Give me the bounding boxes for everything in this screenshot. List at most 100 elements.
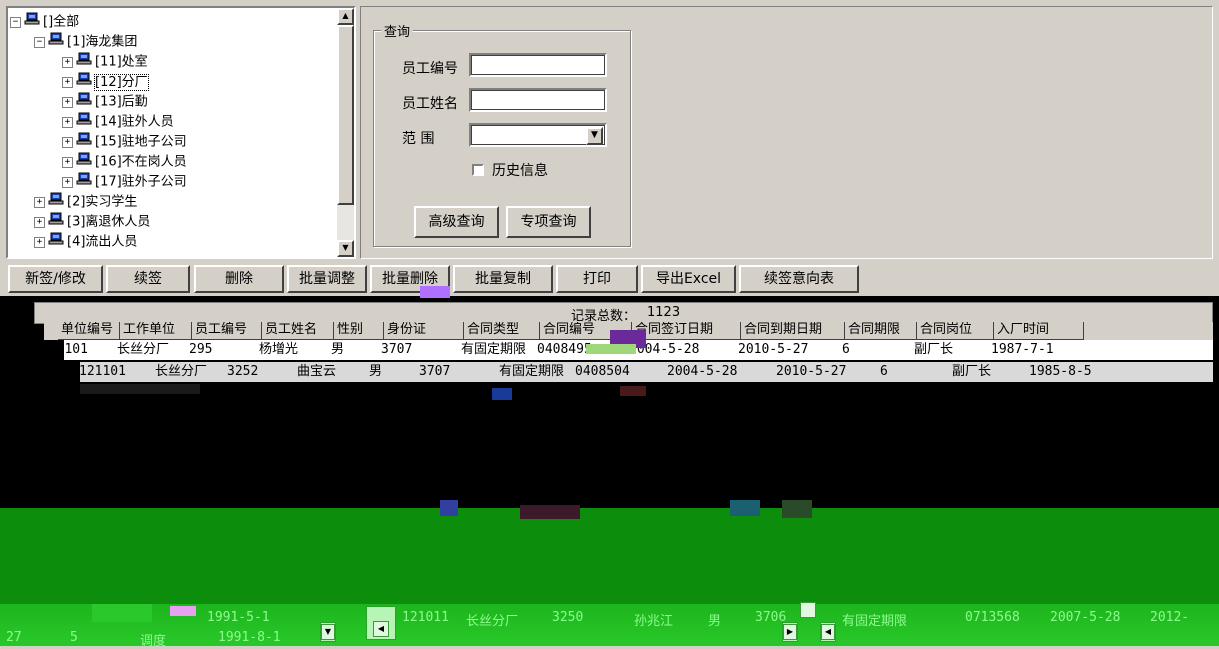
table-cell[interactable]: 121011	[402, 610, 449, 625]
table-cell[interactable]: 3707	[378, 340, 458, 360]
expand-icon[interactable]: +	[34, 197, 45, 208]
column-header[interactable]: 工作单位	[120, 322, 192, 340]
table-cell[interactable]: 0713568	[965, 610, 1020, 625]
left-grid-scroll-down[interactable]: ▼	[320, 622, 336, 642]
scroll-left-icon[interactable]: ◀	[373, 621, 389, 637]
column-header[interactable]: 员工编号	[192, 322, 262, 340]
column-header[interactable]: 合同到期日期	[741, 322, 845, 340]
table-cell[interactable]: 孙兆江	[634, 610, 673, 629]
expand-icon[interactable]: +	[62, 97, 73, 108]
table-cell[interactable]: 121101	[38, 340, 114, 360]
table-cell[interactable]: 3252	[224, 362, 294, 382]
table-cell[interactable]: 2010-5-27	[773, 362, 877, 382]
tree-node[interactable]: + [16]不在岗人员	[62, 152, 187, 172]
table-cell[interactable]: 有固定期限	[458, 340, 534, 360]
table-cell[interactable]: 2004-5-28	[664, 362, 773, 382]
table-cell[interactable]: 1985-8-5	[1026, 362, 1116, 382]
expand-icon[interactable]: +	[62, 177, 73, 188]
expand-icon[interactable]: +	[62, 57, 73, 68]
batch-adjust-button[interactable]: 批量调整	[287, 265, 367, 293]
table-cell[interactable]: 杨增光	[256, 340, 328, 360]
tree-node[interactable]: + [13]后勤	[62, 92, 148, 112]
column-header[interactable]: 合同签订日期	[632, 322, 741, 340]
expand-icon[interactable]: +	[62, 117, 73, 128]
scroll-thumb[interactable]	[337, 25, 354, 205]
table-cell[interactable]: 0408504	[572, 362, 664, 382]
expand-icon[interactable]: +	[62, 137, 73, 148]
tree-node[interactable]: + [11]处室	[62, 52, 148, 72]
new-edit-button[interactable]: 新签/修改	[8, 265, 103, 293]
table-cell[interactable]: 2010-5-27	[735, 340, 839, 360]
expand-icon[interactable]: +	[34, 237, 45, 248]
chevron-down-icon[interactable]: ▼	[586, 127, 603, 145]
table-cell[interactable]: 男	[366, 362, 416, 382]
renew-intent-button[interactable]: 续签意向表	[739, 265, 859, 293]
table-cell[interactable]: 2012-	[1150, 610, 1189, 625]
scroll-down-button[interactable]: ▼	[337, 240, 354, 257]
table-cell[interactable]: 有固定期限	[496, 362, 572, 382]
org-tree[interactable]: − []全部 − [1]海龙集团 + [11]处室 + [12]分厂 + [13]后勤 + [14]驻…	[6, 6, 356, 259]
expand-icon[interactable]: +	[62, 157, 73, 168]
emp-no-input[interactable]	[469, 53, 607, 77]
table-cell[interactable]: 6	[877, 362, 949, 382]
table-cell[interactable]: 长丝分厂	[114, 340, 186, 360]
table-cell[interactable]: 121101	[76, 362, 152, 382]
tree-node[interactable]: + [15]驻地子公司	[62, 132, 187, 152]
table-row[interactable]: 121101 长丝分厂 3252 曲宝云男 3707 有固定期限 0408504 2004-5…	[79, 362, 1213, 382]
column-header[interactable]: 合同期限	[845, 322, 917, 340]
table-cell[interactable]: 295	[186, 340, 256, 360]
table-cell[interactable]: 3250	[552, 610, 583, 625]
column-header[interactable]: 性别	[334, 322, 384, 340]
collapse-icon[interactable]: −	[34, 37, 45, 48]
chevron-down-icon[interactable]: ▼	[321, 624, 335, 640]
table-cell[interactable]: 副厂长	[949, 362, 1026, 382]
table-cell[interactable]: 男	[328, 340, 378, 360]
batch-copy-button[interactable]: 批量复制	[453, 265, 553, 293]
range-select[interactable]: ▼	[469, 123, 607, 147]
table-cell[interactable]: 有固定期限	[842, 610, 907, 629]
column-header[interactable]: 身份证	[384, 322, 464, 340]
history-checkbox[interactable]	[472, 164, 484, 176]
scroll-right-icon[interactable]: ▶	[783, 624, 797, 640]
tree-node[interactable]: − [1]海龙集团	[34, 32, 137, 52]
column-header[interactable]: 入厂时间	[994, 322, 1084, 340]
export-excel-button[interactable]: 导出Excel	[641, 265, 736, 293]
computer-icon	[76, 112, 92, 133]
special-query-button[interactable]: 专项查询	[506, 206, 591, 238]
tree-node[interactable]: + [17]驻外子公司	[62, 172, 187, 192]
collapse-icon[interactable]: −	[10, 17, 21, 28]
table-cell[interactable]: 长丝分厂	[466, 610, 518, 629]
scroll-up-button[interactable]: ▲	[337, 8, 354, 25]
table-cell[interactable]: 长丝分厂	[152, 362, 224, 382]
action-toolbar: 新签/修改 续签 删除 批量调整 批量删除 批量复制 打印 导出Excel 续签…	[6, 262, 1213, 294]
tree-node[interactable]: + [14]驻外人员	[62, 112, 174, 132]
table-cell[interactable]: 1987-7-1	[988, 340, 1078, 360]
expand-icon[interactable]: +	[62, 77, 73, 88]
tree-vertical-scrollbar[interactable]: ▲ ▼	[337, 8, 354, 257]
scroll-left-icon[interactable]: ◀	[821, 624, 835, 640]
table-cell[interactable]: 2007-5-28	[1050, 610, 1120, 625]
column-header[interactable]: 单位编号	[58, 322, 120, 340]
print-button[interactable]: 打印	[556, 265, 638, 293]
table-cell[interactable]: 6	[839, 340, 911, 360]
renew-button[interactable]: 续签	[106, 265, 190, 293]
tree-node[interactable]: + [3]离退休人员	[34, 212, 150, 232]
bottom-nav[interactable]: ◀	[366, 606, 396, 640]
table-cell[interactable]: 男	[708, 610, 721, 629]
tree-node[interactable]: + [12]分厂	[62, 72, 149, 92]
advanced-query-button[interactable]: 高级查询	[414, 206, 499, 238]
emp-name-input[interactable]	[469, 88, 607, 112]
delete-button[interactable]: 删除	[194, 265, 284, 293]
tree-node[interactable]: + [2]实习学生	[34, 192, 137, 212]
right-scroll-left[interactable]: ◀	[820, 622, 836, 642]
table-cell[interactable]: 3707	[416, 362, 496, 382]
mid-scroll-right[interactable]: ▶	[782, 622, 798, 642]
tree-node[interactable]: + [4]流出人员	[34, 232, 137, 252]
table-cell[interactable]: 曲宝云	[294, 362, 366, 382]
table-cell[interactable]: 副厂长	[911, 340, 988, 360]
column-header[interactable]: 合同类型	[464, 322, 540, 340]
column-header[interactable]: 合同岗位	[917, 322, 994, 340]
column-header[interactable]: 员工姓名	[262, 322, 334, 340]
expand-icon[interactable]: +	[34, 217, 45, 228]
tree-node[interactable]: − []全部	[10, 12, 79, 32]
